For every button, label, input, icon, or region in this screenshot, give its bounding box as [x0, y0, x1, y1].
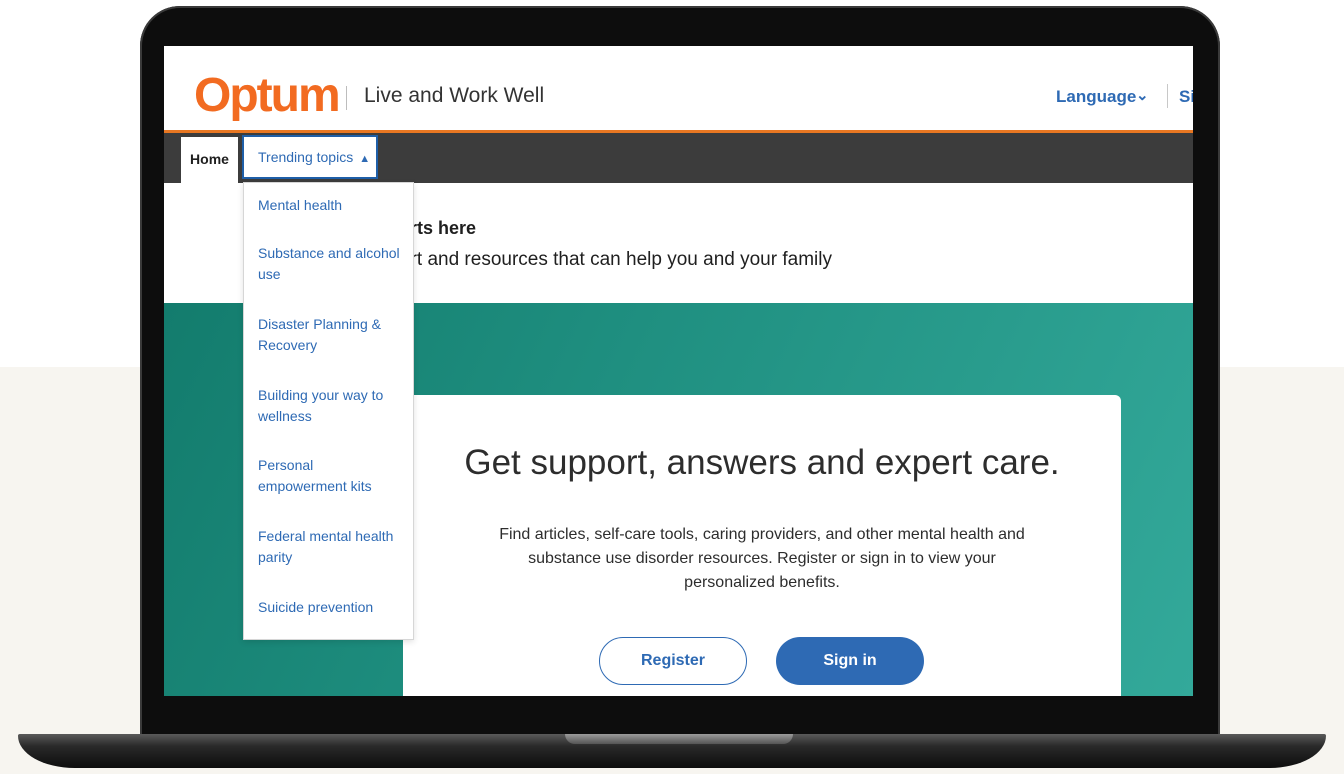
trending-topics-dropdown: Mental health Substance and alcohol use …	[243, 182, 414, 640]
header-divider	[1167, 84, 1168, 108]
dropdown-item-disaster-planning[interactable]: Disaster Planning & Recovery	[258, 314, 400, 356]
optum-logo[interactable]: Optum	[194, 72, 341, 120]
nav-trending-label: Trending topics	[258, 149, 354, 165]
nav-trending-topics[interactable]: Trending topics ▲	[242, 135, 378, 179]
dropdown-item-building-wellness[interactable]: Building your way to wellness	[258, 385, 400, 427]
dropdown-item-mental-health[interactable]: Mental health	[258, 195, 400, 216]
laptop-notch	[565, 734, 793, 744]
sign-in-button[interactable]: Sign in	[776, 637, 924, 685]
dropdown-item-mental-health-parity[interactable]: Federal mental health parity	[258, 526, 400, 568]
nav-home[interactable]: Home	[181, 137, 238, 183]
main-nav: Home Trending topics ▲	[164, 133, 1193, 183]
hero-description: Find articles, self-care tools, caring p…	[499, 526, 1025, 591]
intro-subtitle: ort and resources that can help you and …	[400, 249, 832, 270]
language-selector[interactable]: Language	[1056, 87, 1136, 107]
site-header: Optum Live and Work Well Language ⌄ Si	[164, 46, 1193, 133]
site-name: Live and Work Well	[364, 84, 545, 107]
chevron-up-icon: ▲	[359, 153, 371, 165]
laptop-screen: Optum Live and Work Well Language ⌄ Si H…	[164, 46, 1193, 696]
logo-divider	[346, 86, 347, 110]
dropdown-item-suicide-prevention[interactable]: Suicide prevention	[258, 597, 400, 618]
hero-card: Get support, answers and expert care. Fi…	[403, 395, 1121, 696]
hero-title: Get support, answers and expert care.	[464, 443, 1060, 482]
register-button[interactable]: Register	[599, 637, 747, 685]
dropdown-item-substance-alcohol[interactable]: Substance and alcohol use	[258, 243, 400, 285]
dropdown-item-empowerment-kits[interactable]: Personal empowerment kits	[258, 455, 400, 497]
header-signin-link[interactable]: Si	[1179, 87, 1193, 107]
chevron-down-icon[interactable]: ⌄	[1136, 86, 1149, 104]
